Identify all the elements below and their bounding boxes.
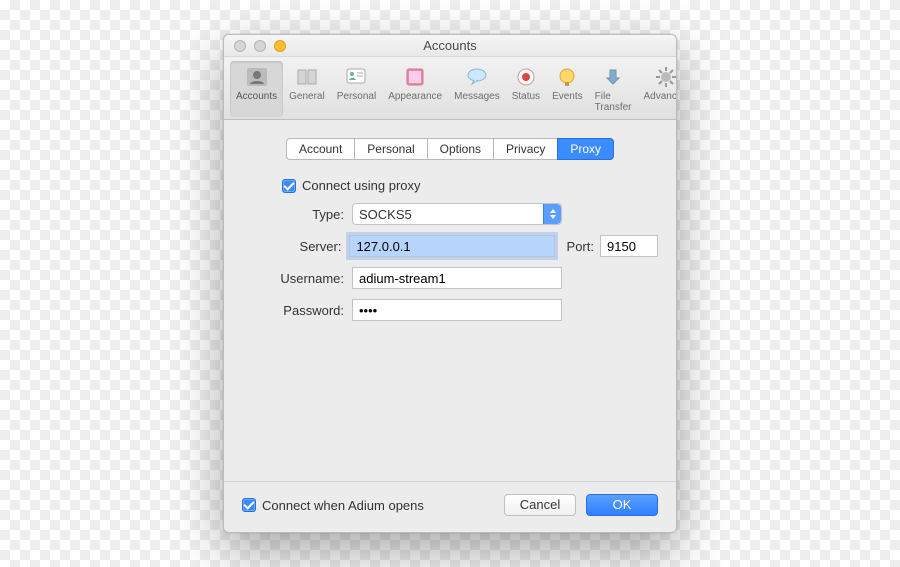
tab-proxy[interactable]: Proxy <box>557 138 614 160</box>
cancel-button[interactable]: Cancel <box>504 494 576 516</box>
preferences-toolbar: Accounts General Personal Appearance Mes… <box>224 57 676 120</box>
username-label: Username: <box>242 271 352 286</box>
type-label: Type: <box>242 207 352 222</box>
content-area: Account Personal Options Privacy Proxy C… <box>224 120 676 481</box>
password-label: Password: <box>242 303 352 318</box>
toolbar-label: Advanced <box>644 91 678 102</box>
toolbar-file-transfer[interactable]: File Transfer <box>589 61 638 117</box>
toolbar-messages[interactable]: Messages <box>448 61 506 117</box>
server-label: Server: <box>242 239 349 254</box>
preferences-window: Accounts Accounts General Personal Appea… <box>223 34 677 533</box>
tab-personal[interactable]: Personal <box>354 138 426 160</box>
appearance-icon <box>401 63 429 91</box>
accounts-icon <box>243 63 271 91</box>
toolbar-general[interactable]: General <box>283 61 331 117</box>
connect-on-open-row: Connect when Adium opens <box>242 498 424 513</box>
toolbar-label: Personal <box>337 91 376 102</box>
username-input[interactable] <box>352 267 562 289</box>
tab-privacy[interactable]: Privacy <box>493 138 557 160</box>
toolbar-label: File Transfer <box>595 91 632 113</box>
advanced-icon <box>652 63 677 91</box>
port-label: Port: <box>555 239 600 254</box>
tab-options[interactable]: Options <box>427 138 493 160</box>
connect-proxy-checkbox[interactable] <box>282 179 296 193</box>
account-tabs: Account Personal Options Privacy Proxy <box>242 138 658 160</box>
titlebar: Accounts <box>224 35 676 57</box>
window-title: Accounts <box>224 38 676 53</box>
personal-icon <box>342 63 370 91</box>
ok-button[interactable]: OK <box>586 494 658 516</box>
messages-icon <box>463 63 491 91</box>
toolbar-status[interactable]: Status <box>506 61 546 117</box>
server-input[interactable] <box>349 235 554 257</box>
type-value: SOCKS5 <box>359 207 412 222</box>
toolbar-advanced[interactable]: Advanced <box>638 61 678 117</box>
events-icon <box>553 63 581 91</box>
toolbar-label: Events <box>552 91 583 102</box>
general-icon <box>293 63 321 91</box>
connect-proxy-label: Connect using proxy <box>302 178 421 193</box>
file-transfer-icon <box>599 63 627 91</box>
select-arrows-icon <box>543 204 561 224</box>
toolbar-personal[interactable]: Personal <box>331 61 382 117</box>
connect-proxy-checkbox-row: Connect using proxy <box>282 178 658 193</box>
type-select[interactable]: SOCKS5 <box>352 203 562 225</box>
password-input[interactable] <box>352 299 562 321</box>
toolbar-label: Appearance <box>388 91 442 102</box>
toolbar-label: Messages <box>454 91 500 102</box>
footer: Connect when Adium opens Cancel OK <box>224 481 676 532</box>
status-icon <box>512 63 540 91</box>
toolbar-label: General <box>289 91 325 102</box>
toolbar-accounts[interactable]: Accounts <box>230 61 283 117</box>
toolbar-appearance[interactable]: Appearance <box>382 61 448 117</box>
port-input[interactable] <box>600 235 658 257</box>
connect-on-open-label: Connect when Adium opens <box>262 498 424 513</box>
toolbar-events[interactable]: Events <box>546 61 589 117</box>
connect-on-open-checkbox[interactable] <box>242 498 256 512</box>
tab-account[interactable]: Account <box>286 138 354 160</box>
toolbar-label: Status <box>512 91 540 102</box>
toolbar-label: Accounts <box>236 91 277 102</box>
